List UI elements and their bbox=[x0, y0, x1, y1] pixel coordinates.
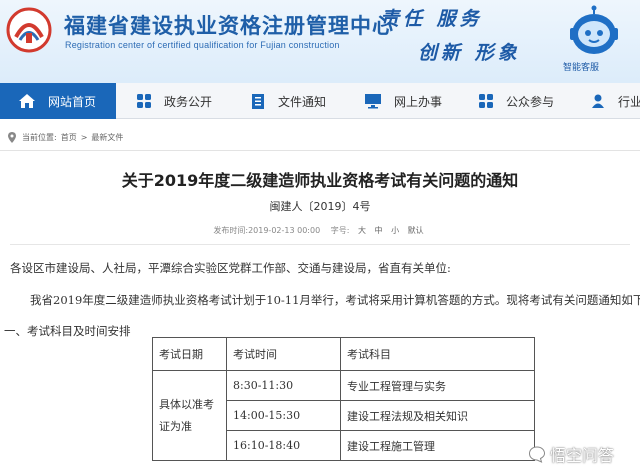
section-heading: 一、考试科目及时间安排 bbox=[4, 324, 131, 338]
watermark: 悟空问答 bbox=[528, 442, 614, 466]
intro-paragraph: 我省2019年度二级建造师执业资格考试计划于10-11月举行，考试将采用计算机答… bbox=[30, 293, 640, 307]
font-size-label: 字号: bbox=[330, 226, 350, 235]
divider bbox=[10, 244, 630, 245]
location-pin-icon bbox=[8, 131, 16, 143]
font-medium-link[interactable]: 中 bbox=[375, 226, 383, 235]
divider bbox=[0, 150, 640, 151]
publish-date: 发布时间:2019-02-13 00:00 bbox=[213, 226, 321, 235]
site-header: 福建省建设执业资格注册管理中心 Registration center of c… bbox=[0, 0, 640, 83]
table-cell-time: 16:10-18:40 bbox=[226, 430, 341, 461]
breadcrumb: 当前位置: 首页 > 最新文件 bbox=[0, 129, 123, 145]
breadcrumb-separator: > bbox=[80, 132, 88, 142]
bot-label[interactable]: 智能客服 bbox=[563, 60, 599, 73]
robot-assistant-icon[interactable] bbox=[566, 4, 622, 62]
font-default-link[interactable]: 默认 bbox=[408, 226, 424, 235]
table-cell-subject: 专业工程管理与实务 bbox=[340, 370, 535, 401]
nav-item-label: 网上办事 bbox=[394, 94, 443, 109]
table-header-cell: 考试科目 bbox=[340, 337, 535, 371]
document-number: 闽建人〔2019〕4号 bbox=[269, 200, 371, 213]
nav-item-label: 行业 bbox=[618, 94, 640, 109]
site-title: 福建省建设执业资格注册管理中心 bbox=[64, 13, 394, 38]
table-header-row: 考试日期 考试时间 考试科目 bbox=[152, 337, 535, 371]
nav-item-online-services[interactable]: 网上办事 bbox=[344, 83, 458, 119]
slogan-line-1: 责任 服务 bbox=[380, 8, 483, 30]
speech-bubble-icon bbox=[528, 446, 546, 463]
page-title: 关于2019年度二级建造师执业资格考试有关问题的通知 bbox=[121, 171, 519, 190]
home-icon bbox=[19, 94, 35, 108]
nav-item-label: 政务公开 bbox=[164, 94, 213, 109]
nav-item-public-participation[interactable]: 公众参与 bbox=[458, 83, 570, 119]
salutation-paragraph: 各设区市建设局、人社局，平潭综合实验区党群工作部、交通与建设局，省直有关单位: bbox=[10, 261, 451, 275]
nav-item-label: 网站首页 bbox=[48, 94, 97, 109]
table-header-cell: 考试时间 bbox=[226, 337, 341, 371]
table-header-cell: 考试日期 bbox=[152, 337, 227, 371]
nav-item-gov-affairs[interactable]: 政务公开 bbox=[116, 83, 230, 119]
monitor-icon bbox=[365, 94, 381, 109]
breadcrumb-current-link[interactable]: 最新文件 bbox=[91, 132, 123, 143]
nav-item-notices[interactable]: 文件通知 bbox=[230, 83, 344, 119]
table-cell-time: 14:00-15:30 bbox=[226, 400, 341, 431]
table-cell-date: 具体以准考证为准 bbox=[152, 370, 227, 461]
people-icon bbox=[592, 94, 604, 108]
font-small-link[interactable]: 小 bbox=[391, 226, 399, 235]
table-cell-subject: 建设工程法规及相关知识 bbox=[340, 400, 535, 431]
breadcrumb-prefix: 当前位置: bbox=[22, 132, 57, 142]
nav-item-home[interactable]: 网站首页 bbox=[0, 83, 116, 119]
nav-item-label: 文件通知 bbox=[278, 94, 327, 109]
grid-icon bbox=[479, 94, 493, 108]
table-cell-subject: 建设工程施工管理 bbox=[340, 430, 535, 461]
table-row: 具体以准考证为准 8:30-11:30 专业工程管理与实务 bbox=[152, 370, 535, 461]
nav-item-industry[interactable]: 行业 bbox=[570, 83, 640, 119]
nav-item-label: 公众参与 bbox=[506, 94, 555, 109]
grid-icon bbox=[137, 94, 151, 108]
document-icon bbox=[252, 93, 264, 109]
breadcrumb-home-link[interactable]: 首页 bbox=[61, 132, 77, 143]
font-large-link[interactable]: 大 bbox=[358, 226, 366, 235]
exam-schedule-table: 考试日期 考试时间 考试科目 具体以准考证为准 8:30-11:30 专业工程管… bbox=[152, 337, 535, 461]
article-meta: 发布时间:2019-02-13 00:00 字号: 大 中 小 默认 bbox=[0, 225, 640, 236]
logo-icon[interactable] bbox=[6, 7, 52, 53]
table-cell-time: 8:30-11:30 bbox=[226, 370, 341, 401]
site-subtitle: Registration center of certified qualifi… bbox=[65, 40, 340, 50]
slogan-line-2: 创新 形象 bbox=[418, 42, 521, 64]
watermark-text: 悟空问答 bbox=[550, 446, 615, 465]
main-nav: 网站首页 政务公开 文件通知 网上办事 公众参与 行业 bbox=[0, 83, 640, 119]
